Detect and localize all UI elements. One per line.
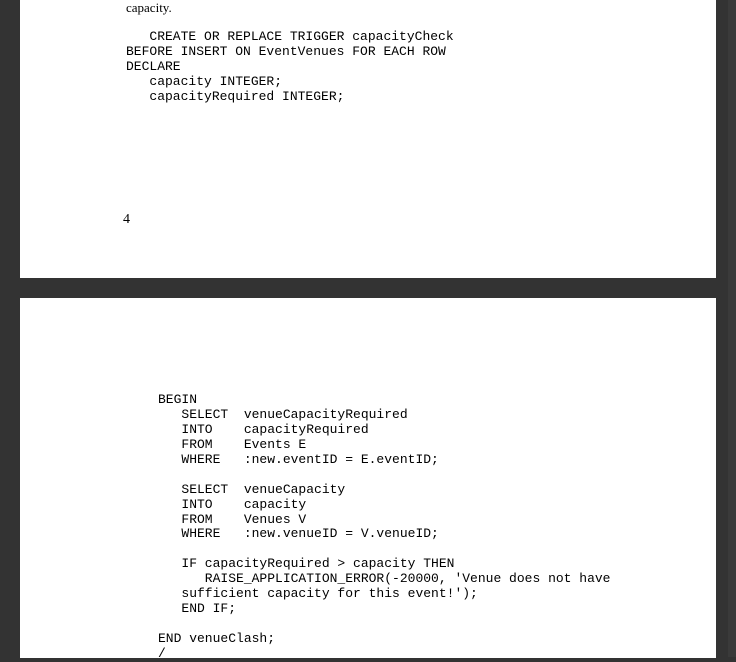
document-page-2: BEGIN SELECT venueCapacityRequired INTO …	[20, 298, 716, 658]
scrollbar-track[interactable]	[728, 0, 736, 657]
page-number: 4	[123, 212, 130, 228]
caption-text: capacity.	[126, 0, 716, 16]
code-block-declare: CREATE OR REPLACE TRIGGER capacityCheck …	[126, 30, 716, 105]
code-block-begin: BEGIN SELECT venueCapacityRequired INTO …	[158, 393, 716, 662]
document-page-1: capacity. CREATE OR REPLACE TRIGGER capa…	[20, 0, 716, 278]
